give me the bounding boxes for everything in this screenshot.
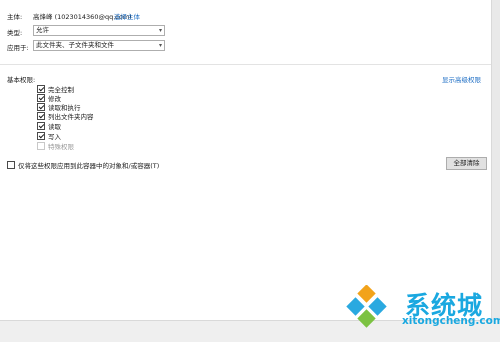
- permission-read-execute[interactable]: 读取和执行: [37, 103, 81, 112]
- permission-list-folder[interactable]: 列出文件夹内容: [37, 112, 94, 121]
- permission-label: 特殊权限: [48, 143, 74, 151]
- list-folder-checkbox[interactable]: [37, 112, 45, 120]
- watermark-url: xitongcheng.com: [402, 315, 500, 327]
- window-edge: [492, 0, 500, 320]
- chevron-down-icon: ▾: [158, 27, 162, 34]
- section-divider: [0, 64, 491, 65]
- apply-only-option[interactable]: 仅将这些权限应用到此容器中的对象和/或容器(T): [7, 160, 159, 170]
- type-label: 类型:: [7, 29, 23, 37]
- permission-label: 写入: [48, 133, 61, 141]
- type-select[interactable]: 允许 ▾: [33, 25, 165, 36]
- full-control-checkbox[interactable]: [37, 85, 45, 93]
- permission-entry-window: 主体: 高烽峰 (1023014360@qq.com) 选择主体 类型: 允许 …: [0, 0, 492, 321]
- modify-checkbox[interactable]: [37, 94, 45, 102]
- type-select-value: 允许: [36, 26, 49, 34]
- clear-all-button[interactable]: 全部清除: [446, 157, 487, 170]
- apply-only-checkbox[interactable]: [7, 161, 15, 169]
- permission-full-control[interactable]: 完全控制: [37, 85, 74, 94]
- permission-label: 列出文件夹内容: [48, 113, 94, 121]
- read-checkbox[interactable]: [37, 122, 45, 130]
- apply-only-label: 仅将这些权限应用到此容器中的对象和/或容器(T): [18, 162, 160, 170]
- permission-label: 读取: [48, 123, 61, 131]
- applies-to-label: 应用于:: [7, 44, 29, 52]
- permission-modify[interactable]: 修改: [37, 94, 61, 103]
- permission-special: 特殊权限: [37, 142, 74, 151]
- permission-write[interactable]: 写入: [37, 132, 61, 141]
- read-execute-checkbox[interactable]: [37, 103, 45, 111]
- special-permissions-checkbox: [37, 142, 45, 150]
- chevron-down-icon: ▾: [158, 42, 162, 49]
- principal-label: 主体:: [7, 13, 23, 21]
- permission-read[interactable]: 读取: [37, 122, 61, 131]
- select-principal-link[interactable]: 选择主体: [114, 11, 140, 21]
- applies-to-select-value: 此文件夹、子文件夹和文件: [36, 41, 114, 49]
- write-checkbox[interactable]: [37, 132, 45, 140]
- watermark-logo-icon: [346, 285, 387, 328]
- show-advanced-permissions-link[interactable]: 显示高级权限: [442, 74, 481, 84]
- basic-permissions-title: 基本权限:: [7, 76, 36, 84]
- applies-to-select[interactable]: 此文件夹、子文件夹和文件 ▾: [33, 40, 165, 51]
